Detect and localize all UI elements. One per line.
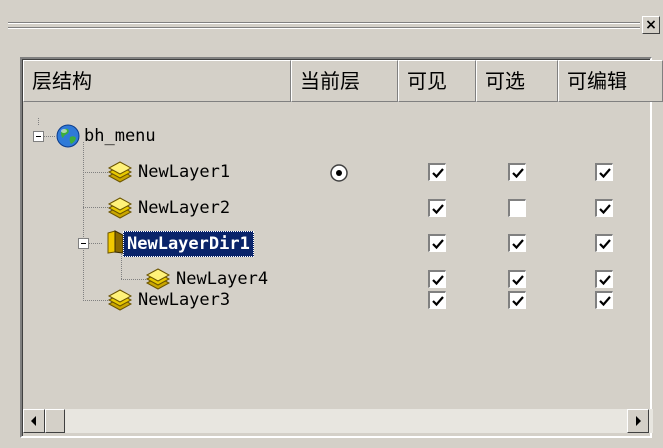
visible-checkbox[interactable] (428, 199, 446, 217)
selectable-checkbox[interactable] (508, 163, 526, 181)
tree-row[interactable]: bh_menu (23, 119, 663, 155)
editable-checkbox[interactable] (595, 234, 613, 252)
layer-stack-icon (107, 197, 133, 219)
tree-node-label: bh_menu (84, 126, 156, 146)
selectable-checkbox[interactable] (508, 291, 526, 309)
toolbar-titlebar: × (0, 0, 663, 40)
tree-node-label: NewLayer2 (138, 198, 231, 218)
layer-panel: 层结构 当前层 可见 可选 可编辑 bh_menu NewLayer1 NewL… (20, 57, 663, 438)
column-header-editable[interactable]: 可编辑 (558, 60, 663, 102)
arrow-right-icon (636, 416, 641, 426)
collapse-toggle[interactable] (33, 131, 44, 142)
layer-stack-icon (107, 161, 133, 183)
gripper-line (8, 22, 640, 24)
editable-checkbox[interactable] (595, 199, 613, 217)
tree-node-label: NewLayer3 (138, 290, 231, 310)
close-icon: × (645, 17, 657, 33)
visible-checkbox[interactable] (428, 163, 446, 181)
layer-stack-icon (107, 289, 133, 311)
current-layer-radio[interactable] (329, 163, 349, 183)
visible-checkbox[interactable] (428, 234, 446, 252)
visible-checkbox[interactable] (428, 291, 446, 309)
editable-checkbox[interactable] (595, 163, 613, 181)
column-header-selectable[interactable]: 可选 (476, 60, 558, 102)
tree-node-label: NewLayerDir1 (123, 231, 254, 257)
tree-row[interactable]: NewLayerDir1 (23, 226, 663, 262)
gripper-line (8, 27, 640, 29)
globe-icon (56, 124, 80, 148)
scroll-right-button[interactable] (627, 409, 649, 433)
tree-row[interactable]: NewLayer3 (23, 283, 663, 319)
column-header-visible[interactable]: 可见 (398, 60, 476, 102)
scroll-thumb[interactable] (45, 409, 65, 433)
close-button[interactable]: × (642, 16, 660, 34)
layer-panel-inner: 层结构 当前层 可见 可选 可编辑 bh_menu NewLayer1 NewL… (22, 59, 663, 436)
arrow-left-icon (31, 416, 36, 426)
selectable-checkbox[interactable] (508, 234, 526, 252)
horizontal-scrollbar[interactable] (23, 409, 653, 433)
column-header-current[interactable]: 当前层 (291, 60, 398, 102)
selectable-checkbox[interactable] (508, 199, 526, 217)
editable-checkbox[interactable] (595, 291, 613, 309)
scroll-left-button[interactable] (23, 409, 45, 433)
tree-row[interactable]: NewLayer1 (23, 155, 663, 191)
tree-row[interactable]: NewLayer2 (23, 191, 663, 227)
tree-node-label: NewLayer1 (138, 162, 231, 182)
collapse-toggle[interactable] (78, 238, 89, 249)
